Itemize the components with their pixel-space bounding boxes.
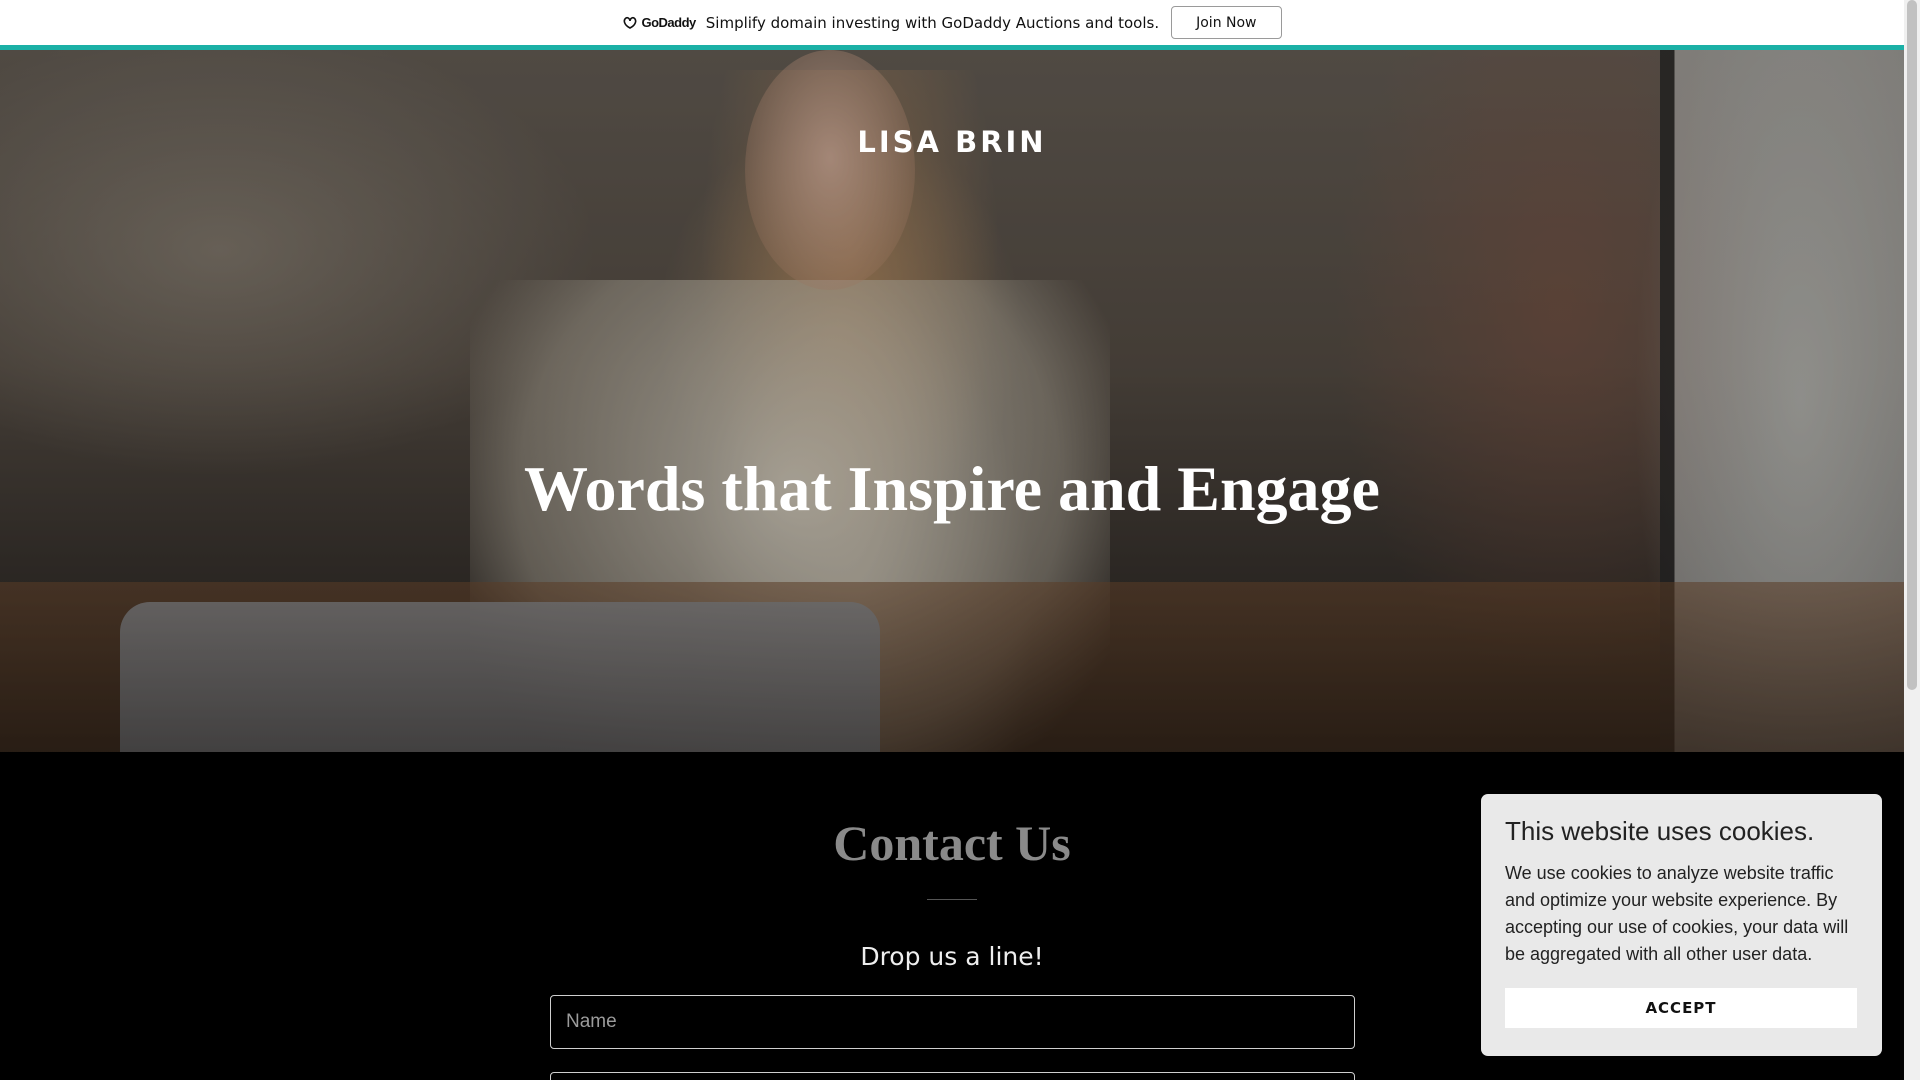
cookie-title: This website uses cookies.: [1505, 816, 1815, 846]
join-now-button[interactable]: Join Now: [1171, 6, 1282, 39]
promo-message: Simplify domain investing with GoDaddy A…: [705, 13, 1160, 32]
next-form-field[interactable]: [550, 1072, 1355, 1080]
logo-text: GoDaddy: [641, 15, 696, 30]
scrollbar-thumb[interactable]: [1907, 0, 1917, 690]
hero-heading: Words that Inspire and Engage: [524, 453, 1380, 524]
godaddy-logo-icon: [624, 16, 637, 29]
hero-section: LISA BRIN Words that Inspire and Engage: [0, 50, 1904, 752]
cookie-text: We use cookies to analyze website traffi…: [1505, 863, 1849, 964]
accept-cookies-button[interactable]: ACCEPT: [1505, 988, 1857, 1028]
section-divider: [927, 899, 977, 900]
promo-bar: GoDaddy Simplify domain investing with G…: [0, 0, 1904, 50]
name-input[interactable]: [550, 995, 1355, 1049]
page-scrollbar[interactable]: [1904, 0, 1920, 1080]
cookie-banner: This website uses cookies. We use cookie…: [1481, 794, 1882, 1056]
godaddy-logo[interactable]: GoDaddy: [622, 15, 696, 30]
site-title[interactable]: LISA BRIN: [0, 125, 1904, 159]
